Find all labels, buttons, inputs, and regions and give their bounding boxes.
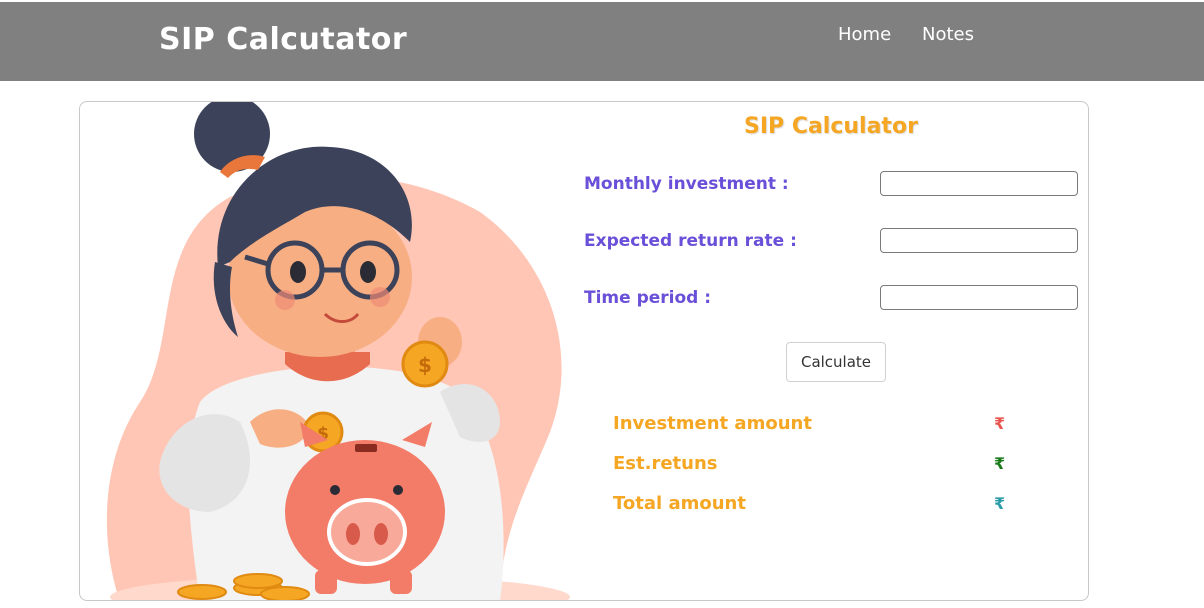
time-period-label: Time period : [584, 288, 712, 308]
savings-illustration: $ $ [106, 102, 570, 600]
est-returns-label: Est.retuns [613, 453, 718, 474]
total-amount-label: Total amount [613, 493, 746, 514]
svg-text:$: $ [418, 353, 432, 377]
calculator-card: $ $ SIP Calculator Monthly investment : … [79, 101, 1089, 601]
brand-title: SIP Calcutator [159, 22, 408, 57]
navbar: SIP Calcutator Home Notes [0, 2, 1204, 81]
return-rate-label: Expected return rate : [584, 231, 797, 251]
monthly-investment-label: Monthly investment : [584, 174, 789, 194]
investment-amount-label: Investment amount [613, 413, 812, 434]
est-returns-value: ₹ [994, 454, 1006, 473]
investment-amount-value: ₹ [994, 414, 1006, 433]
calculate-button[interactable]: Calculate [786, 342, 886, 382]
return-rate-input[interactable] [880, 228, 1078, 253]
nav-link-notes[interactable]: Notes [922, 24, 974, 45]
time-period-input[interactable] [880, 285, 1078, 310]
nav-link-home[interactable]: Home [838, 24, 891, 45]
monthly-investment-input[interactable] [880, 171, 1078, 196]
total-amount-value: ₹ [994, 494, 1006, 513]
form-title: SIP Calculator [744, 114, 918, 139]
